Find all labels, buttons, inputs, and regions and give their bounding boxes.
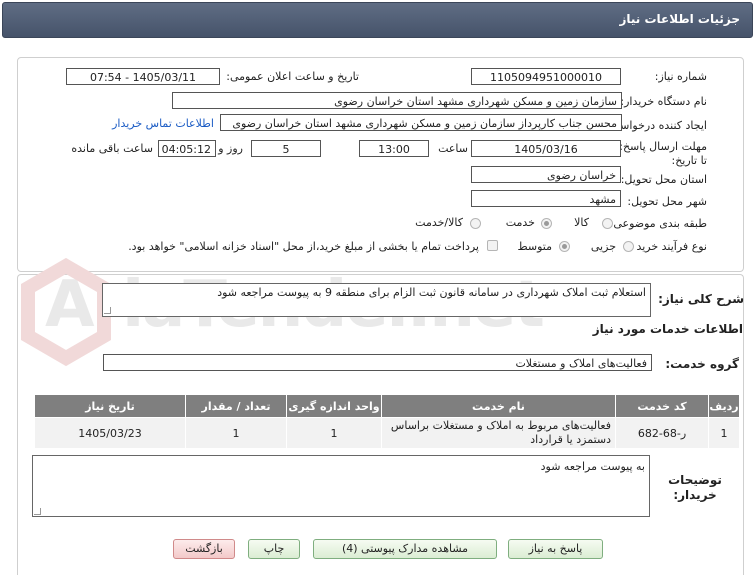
cell-name: فعالیت‌های مربوط به املاک و مستغلات براس… (381, 417, 616, 449)
cell-qty: 1 (185, 417, 287, 449)
cell-code: ر-68-682 (615, 417, 709, 449)
services-section-title: اطلاعات خدمات مورد نیاز (592, 322, 743, 336)
category-radio-goods-service[interactable] (470, 218, 481, 229)
page-title: جزئیات اطلاعات نیاز (619, 12, 740, 26)
table-row: 1 ر-68-682 فعالیت‌های مربوط به املاک و م… (34, 417, 740, 449)
col-header-date: تاریخ نیاز (34, 394, 186, 418)
category-radio-service[interactable] (541, 218, 552, 229)
deadline-time-label: ساعت (438, 142, 468, 155)
treasury-payment-checkbox[interactable] (487, 240, 498, 251)
category-label: طبقه بندی موضوعی: (609, 217, 707, 230)
need-number-label: شماره نیاز: (654, 70, 707, 83)
days-label: روز و (218, 142, 243, 155)
time-remaining-field: 04:05:12 (158, 140, 216, 157)
resize-handle-icon[interactable] (104, 307, 111, 314)
process-option-medium: متوسط (517, 240, 552, 253)
need-description-field: استعلام ثبت املاک شهرداری در سامانه قانو… (102, 283, 651, 317)
back-button[interactable]: بازگشت (173, 539, 235, 559)
province-label: استان محل تحویل: (620, 173, 707, 186)
view-attachments-button[interactable]: مشاهده مدارک پیوستی (4) (313, 539, 497, 559)
announce-datetime-field: 1405/03/11 - 07:54 (66, 68, 220, 85)
category-option-goods: کالا (574, 216, 589, 229)
print-button[interactable]: چاپ (248, 539, 300, 559)
days-remaining-field: 5 (251, 140, 321, 157)
deadline-date-field: 1405/03/16 (471, 140, 621, 157)
services-table: ردیف کد خدمت نام خدمت واحد اندازه گیری ت… (34, 394, 740, 449)
process-radio-medium[interactable] (559, 241, 570, 252)
province-field: خراسان رضوی (471, 166, 621, 183)
watermark-logo-icon (21, 258, 111, 367)
table-header-row: ردیف کد خدمت نام خدمت واحد اندازه گیری ت… (34, 394, 740, 418)
deadline-label: مهلت ارسال پاسخ: تا تاریخ: (619, 140, 707, 167)
deadline-time-field: 13:00 (359, 140, 429, 157)
col-header-qty: تعداد / مقدار (185, 394, 287, 418)
process-type-label: نوع فرآیند خرید : (629, 240, 707, 253)
category-option-service: خدمت (505, 216, 535, 229)
col-header-unit: واحد اندازه گیری (286, 394, 382, 418)
col-header-name: نام خدمت (381, 394, 616, 418)
process-option-minor: جزیی (590, 240, 616, 253)
category-option-goods-service: کالا/خدمت (415, 216, 463, 229)
time-remaining-label: ساعت باقی مانده (71, 142, 153, 155)
buyer-notes-label: توضیحات خریدار: (668, 473, 722, 502)
announce-label: تاریخ و ساعت اعلان عمومی: (226, 70, 359, 83)
col-header-row: ردیف (708, 394, 740, 418)
need-description-label: شرح کلی نیاز: (658, 292, 744, 306)
cell-date: 1405/03/23 (34, 417, 186, 449)
city-field: مشهد (471, 190, 621, 207)
buyer-contact-link[interactable]: اطلاعات تماس خریدار (112, 117, 214, 130)
category-radio-goods[interactable] (602, 218, 613, 229)
treasury-payment-text: پرداخت تمام یا بخشی از مبلغ خرید،از محل … (128, 240, 479, 253)
page-header: جزئیات اطلاعات نیاز (2, 2, 753, 38)
reply-button[interactable]: پاسخ به نیاز (508, 539, 603, 559)
buyer-org-label: نام دستگاه خریدار: (620, 95, 707, 108)
cell-unit: 1 (286, 417, 382, 449)
cell-row: 1 (708, 417, 740, 449)
service-group-label: گروه خدمت: (665, 357, 739, 371)
col-header-code: کد خدمت (615, 394, 709, 418)
need-number-field: 1105094951000010 (471, 68, 621, 85)
process-radio-minor[interactable] (623, 241, 634, 252)
city-label: شهر محل تحویل: (627, 195, 707, 208)
buyer-org-field: سازمان زمین و مسکن شهرداری مشهد استان خر… (172, 92, 622, 109)
resize-handle-icon[interactable] (34, 508, 41, 515)
buyer-notes-field: به پیوست مراجعه شود (32, 455, 650, 517)
service-group-field: فعالیت‌های املاک و مستغلات (103, 354, 652, 371)
creator-field: محسن جناب کارپرداز سازمان زمین و مسکن شه… (220, 114, 622, 131)
